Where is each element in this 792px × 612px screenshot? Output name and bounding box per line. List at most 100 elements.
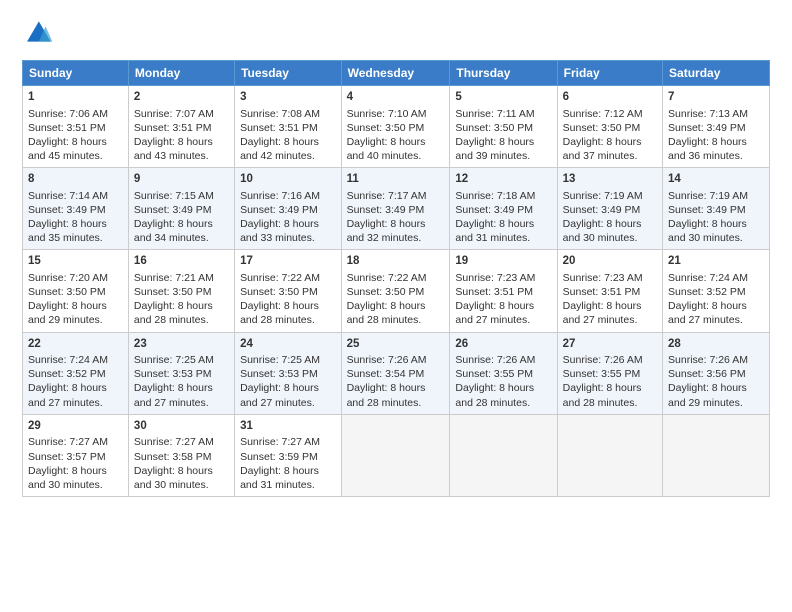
day-cell: 6Sunrise: 7:12 AMSunset: 3:50 PMDaylight… bbox=[557, 86, 662, 168]
day-info-line: Sunrise: 7:14 AM bbox=[28, 189, 123, 203]
day-cell: 25Sunrise: 7:26 AMSunset: 3:54 PMDayligh… bbox=[341, 332, 450, 414]
day-info-line: and 27 minutes. bbox=[240, 396, 335, 410]
day-info-line: and 32 minutes. bbox=[347, 231, 445, 245]
day-number: 9 bbox=[134, 172, 229, 188]
day-info-line: and 28 minutes. bbox=[240, 313, 335, 327]
day-number: 7 bbox=[668, 90, 764, 106]
week-row-2: 8Sunrise: 7:14 AMSunset: 3:49 PMDaylight… bbox=[23, 168, 770, 250]
day-info-line: Daylight: 8 hours bbox=[28, 217, 123, 231]
day-info-line: Sunrise: 7:16 AM bbox=[240, 189, 335, 203]
day-cell: 3Sunrise: 7:08 AMSunset: 3:51 PMDaylight… bbox=[235, 86, 341, 168]
day-cell: 2Sunrise: 7:07 AMSunset: 3:51 PMDaylight… bbox=[128, 86, 234, 168]
day-info-line: and 45 minutes. bbox=[28, 149, 123, 163]
day-info-line: Sunset: 3:49 PM bbox=[134, 203, 229, 217]
header-row: SundayMondayTuesdayWednesdayThursdayFrid… bbox=[23, 61, 770, 86]
day-info-line: Sunset: 3:51 PM bbox=[134, 121, 229, 135]
day-info-line: Sunrise: 7:06 AM bbox=[28, 107, 123, 121]
day-number: 19 bbox=[455, 254, 551, 270]
day-info-line: Sunrise: 7:23 AM bbox=[563, 271, 657, 285]
day-info-line: Sunrise: 7:19 AM bbox=[563, 189, 657, 203]
day-cell: 20Sunrise: 7:23 AMSunset: 3:51 PMDayligh… bbox=[557, 250, 662, 332]
col-header-monday: Monday bbox=[128, 61, 234, 86]
col-header-thursday: Thursday bbox=[450, 61, 557, 86]
day-number: 14 bbox=[668, 172, 764, 188]
day-cell bbox=[663, 414, 770, 496]
day-info-line: Daylight: 8 hours bbox=[134, 464, 229, 478]
day-info-line: Sunrise: 7:25 AM bbox=[240, 353, 335, 367]
day-info-line: Sunrise: 7:22 AM bbox=[240, 271, 335, 285]
day-info-line: and 35 minutes. bbox=[28, 231, 123, 245]
day-info-line: Sunrise: 7:19 AM bbox=[668, 189, 764, 203]
day-info-line: Sunrise: 7:20 AM bbox=[28, 271, 123, 285]
day-cell: 21Sunrise: 7:24 AMSunset: 3:52 PMDayligh… bbox=[663, 250, 770, 332]
day-info-line: Daylight: 8 hours bbox=[668, 217, 764, 231]
day-info-line: Sunrise: 7:10 AM bbox=[347, 107, 445, 121]
day-cell: 26Sunrise: 7:26 AMSunset: 3:55 PMDayligh… bbox=[450, 332, 557, 414]
day-cell: 5Sunrise: 7:11 AMSunset: 3:50 PMDaylight… bbox=[450, 86, 557, 168]
day-info-line: Daylight: 8 hours bbox=[240, 381, 335, 395]
day-info-line: Sunrise: 7:26 AM bbox=[668, 353, 764, 367]
day-info-line: and 33 minutes. bbox=[240, 231, 335, 245]
day-cell: 31Sunrise: 7:27 AMSunset: 3:59 PMDayligh… bbox=[235, 414, 341, 496]
day-cell: 17Sunrise: 7:22 AMSunset: 3:50 PMDayligh… bbox=[235, 250, 341, 332]
day-info-line: Sunrise: 7:13 AM bbox=[668, 107, 764, 121]
day-info-line: and 30 minutes. bbox=[563, 231, 657, 245]
day-info-line: Sunrise: 7:22 AM bbox=[347, 271, 445, 285]
header bbox=[22, 18, 770, 50]
day-info-line: Daylight: 8 hours bbox=[347, 217, 445, 231]
day-info-line: Daylight: 8 hours bbox=[240, 464, 335, 478]
day-info-line: and 36 minutes. bbox=[668, 149, 764, 163]
day-number: 16 bbox=[134, 254, 229, 270]
day-info-line: Daylight: 8 hours bbox=[240, 299, 335, 313]
day-number: 8 bbox=[28, 172, 123, 188]
day-info-line: and 28 minutes. bbox=[134, 313, 229, 327]
day-info-line: and 42 minutes. bbox=[240, 149, 335, 163]
day-cell: 10Sunrise: 7:16 AMSunset: 3:49 PMDayligh… bbox=[235, 168, 341, 250]
day-info-line: Daylight: 8 hours bbox=[455, 217, 551, 231]
day-cell: 1Sunrise: 7:06 AMSunset: 3:51 PMDaylight… bbox=[23, 86, 129, 168]
day-info-line: Sunrise: 7:11 AM bbox=[455, 107, 551, 121]
day-cell: 28Sunrise: 7:26 AMSunset: 3:56 PMDayligh… bbox=[663, 332, 770, 414]
day-info-line: Sunset: 3:51 PM bbox=[563, 285, 657, 299]
day-info-line: Sunrise: 7:26 AM bbox=[347, 353, 445, 367]
day-info-line: Sunrise: 7:15 AM bbox=[134, 189, 229, 203]
calendar-table: SundayMondayTuesdayWednesdayThursdayFrid… bbox=[22, 60, 770, 497]
day-info-line: Daylight: 8 hours bbox=[455, 381, 551, 395]
day-info-line: Sunrise: 7:27 AM bbox=[240, 435, 335, 449]
day-info-line: Sunset: 3:49 PM bbox=[28, 203, 123, 217]
day-cell bbox=[450, 414, 557, 496]
day-info-line: and 30 minutes. bbox=[28, 478, 123, 492]
day-info-line: Sunset: 3:53 PM bbox=[134, 367, 229, 381]
day-number: 28 bbox=[668, 337, 764, 353]
day-info-line: Daylight: 8 hours bbox=[563, 217, 657, 231]
day-cell: 29Sunrise: 7:27 AMSunset: 3:57 PMDayligh… bbox=[23, 414, 129, 496]
day-info-line: Sunset: 3:52 PM bbox=[28, 367, 123, 381]
day-cell: 22Sunrise: 7:24 AMSunset: 3:52 PMDayligh… bbox=[23, 332, 129, 414]
day-info-line: Daylight: 8 hours bbox=[134, 299, 229, 313]
day-info-line: Sunset: 3:49 PM bbox=[668, 121, 764, 135]
day-info-line: Daylight: 8 hours bbox=[455, 299, 551, 313]
day-info-line: and 30 minutes. bbox=[668, 231, 764, 245]
day-cell: 7Sunrise: 7:13 AMSunset: 3:49 PMDaylight… bbox=[663, 86, 770, 168]
day-number: 5 bbox=[455, 90, 551, 106]
day-info-line: Sunset: 3:50 PM bbox=[134, 285, 229, 299]
day-info-line: Sunset: 3:49 PM bbox=[455, 203, 551, 217]
day-number: 30 bbox=[134, 419, 229, 435]
day-info-line: Sunset: 3:54 PM bbox=[347, 367, 445, 381]
day-cell: 27Sunrise: 7:26 AMSunset: 3:55 PMDayligh… bbox=[557, 332, 662, 414]
day-cell: 8Sunrise: 7:14 AMSunset: 3:49 PMDaylight… bbox=[23, 168, 129, 250]
col-header-sunday: Sunday bbox=[23, 61, 129, 86]
day-info-line: and 43 minutes. bbox=[134, 149, 229, 163]
day-info-line: and 39 minutes. bbox=[455, 149, 551, 163]
day-number: 13 bbox=[563, 172, 657, 188]
day-number: 2 bbox=[134, 90, 229, 106]
week-row-1: 1Sunrise: 7:06 AMSunset: 3:51 PMDaylight… bbox=[23, 86, 770, 168]
day-info-line: and 31 minutes. bbox=[240, 478, 335, 492]
day-info-line: Daylight: 8 hours bbox=[455, 135, 551, 149]
day-cell: 19Sunrise: 7:23 AMSunset: 3:51 PMDayligh… bbox=[450, 250, 557, 332]
day-info-line: Sunrise: 7:07 AM bbox=[134, 107, 229, 121]
day-info-line: and 27 minutes. bbox=[134, 396, 229, 410]
day-number: 10 bbox=[240, 172, 335, 188]
day-number: 26 bbox=[455, 337, 551, 353]
day-info-line: Sunset: 3:52 PM bbox=[668, 285, 764, 299]
